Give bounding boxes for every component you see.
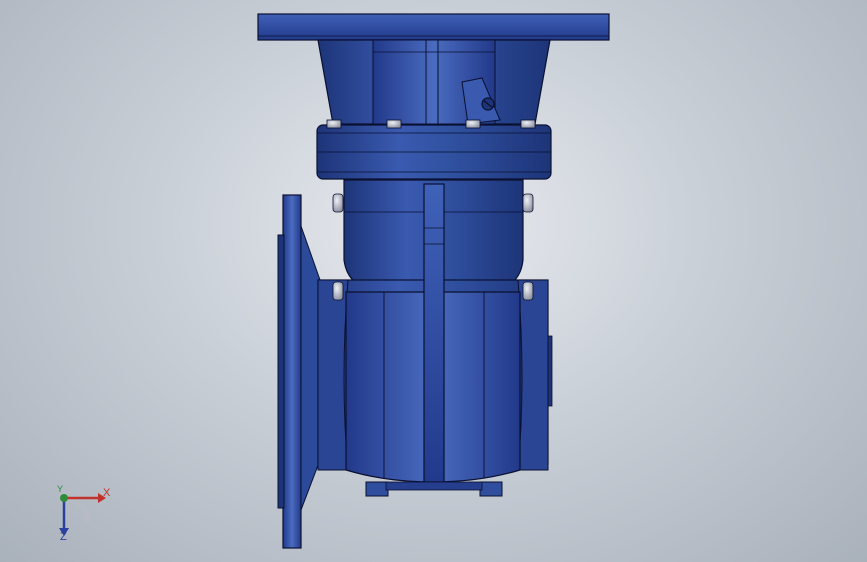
y-axis-label: Y bbox=[57, 484, 64, 494]
housing-bolt bbox=[332, 193, 344, 213]
center-split-rib[interactable] bbox=[423, 183, 445, 483]
gear-reducer-model[interactable] bbox=[0, 0, 867, 562]
flange-bolt bbox=[386, 119, 402, 129]
mounting-foot-right[interactable] bbox=[479, 481, 503, 497]
flange-bolt bbox=[326, 119, 342, 129]
housing-bolt bbox=[332, 281, 344, 301]
graphics-viewport[interactable]: X Y Z bbox=[0, 0, 867, 562]
flange-bolt bbox=[465, 119, 481, 129]
housing-bolt bbox=[522, 193, 534, 213]
output-flange-web[interactable] bbox=[300, 225, 321, 511]
x-axis-label: X bbox=[103, 487, 111, 499]
flange-bolt bbox=[520, 119, 536, 129]
axis-triad: X Y Z bbox=[40, 478, 130, 548]
z-axis-label: Z bbox=[60, 531, 67, 543]
output-side-flange[interactable] bbox=[282, 194, 302, 549]
housing-bolt bbox=[522, 281, 534, 301]
y-axis-dot bbox=[60, 494, 68, 502]
mounting-foot-left[interactable] bbox=[365, 481, 389, 497]
triad-graphic bbox=[59, 493, 106, 536]
